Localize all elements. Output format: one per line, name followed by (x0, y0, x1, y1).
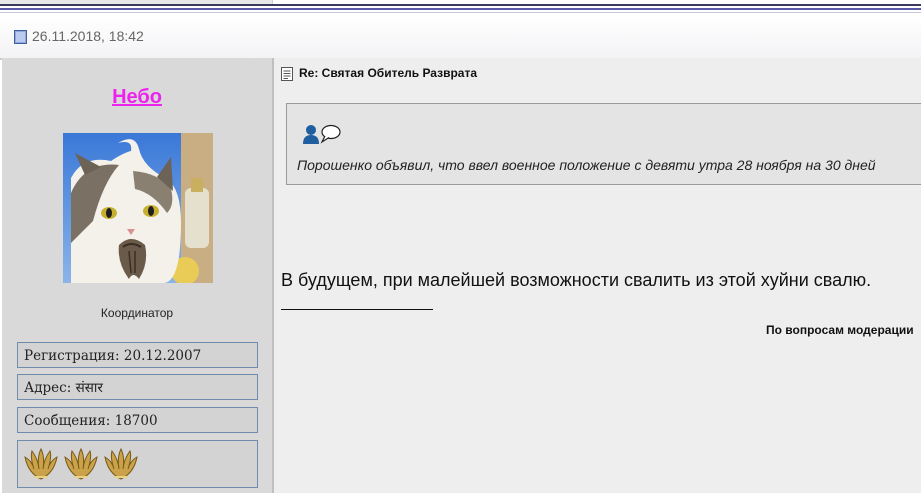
message-count: Сообщения: 18700 (17, 407, 258, 433)
laurel-award-icon (24, 447, 58, 480)
quote-text: Порошенко объявил, что ввел военное поло… (297, 157, 876, 173)
post-content: Re: Святая Обитель Разврата Порошенко об… (274, 58, 921, 493)
post-icon (281, 67, 293, 81)
avatar (63, 133, 213, 283)
quote-block: Порошенко объявил, что ввел военное поло… (286, 103, 921, 185)
top-divider-dark (0, 4, 921, 6)
laurel-award-icon (104, 447, 138, 480)
author-panel: Небо Координатор Регистрация: 20.12.2007… (2, 58, 274, 493)
laurel-award-icon (64, 447, 98, 480)
awards-box (17, 440, 258, 488)
speech-bubble-icon (320, 124, 341, 144)
post-date: 26.11.2018, 18:42 (32, 28, 144, 44)
post-body: В будущем, при малейшей возможности свал… (281, 270, 872, 290)
signature-divider (281, 309, 433, 310)
registration-date: Регистрация: 20.12.2007 (17, 342, 258, 368)
user-icon (303, 125, 319, 144)
author-role: Координатор (100, 306, 174, 320)
avatar-image (63, 133, 213, 283)
document-icon (14, 30, 27, 44)
signature-text: По вопросам модерации (766, 323, 914, 337)
author-name-link[interactable]: Небо (2, 86, 272, 109)
quote-header-icons (303, 124, 341, 144)
author-address: Адрес: संसार (17, 374, 258, 400)
top-divider-blue (0, 8, 921, 10)
post-date-bar: 26.11.2018, 18:42 (0, 16, 921, 60)
top-divider-light (0, 12, 921, 13)
post-title: Re: Святая Обитель Разврата (299, 66, 478, 80)
top-border (0, 0, 921, 16)
